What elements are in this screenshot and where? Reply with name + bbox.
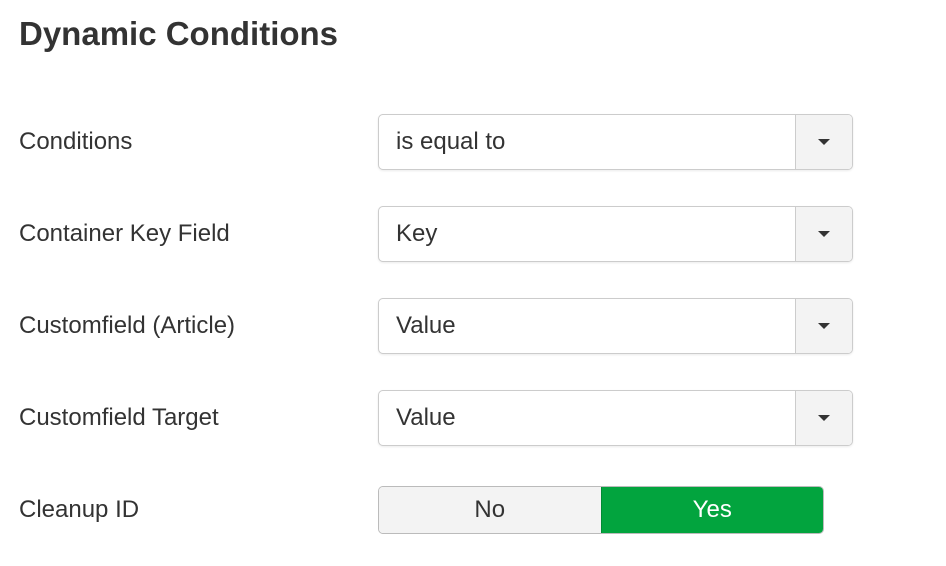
form-row-conditions: Conditions is equal to [0, 114, 946, 170]
conditions-label: Conditions [19, 128, 133, 155]
form-row-customfield-target: Customfield Target Value [0, 390, 946, 446]
form-row-customfield-article: Customfield (Article) Value [0, 298, 946, 354]
cleanup-id-no-button[interactable]: No [379, 487, 601, 533]
cleanup-id-label: Cleanup ID [19, 496, 140, 523]
section-title: Dynamic Conditions [19, 15, 339, 52]
customfield-article-select-value: Value [396, 312, 456, 339]
conditions-dropdown-button[interactable] [795, 115, 852, 169]
container-key-field-dropdown-button[interactable] [795, 207, 852, 261]
cleanup-id-toggle[interactable]: No Yes [378, 486, 824, 534]
caret-down-icon [818, 139, 830, 145]
container-key-field-label: Container Key Field [19, 220, 230, 247]
dynamic-conditions-panel: Dynamic Conditions Conditions is equal t… [0, 0, 946, 566]
customfield-article-dropdown-button[interactable] [795, 299, 852, 353]
conditions-select-value: is equal to [396, 128, 506, 155]
caret-down-icon [818, 415, 830, 421]
cleanup-id-yes-button[interactable]: Yes [600, 487, 823, 533]
container-key-field-select[interactable]: Key [378, 206, 853, 262]
conditions-select[interactable]: is equal to [378, 114, 853, 170]
form-row-container-key-field: Container Key Field Key [0, 206, 946, 262]
form-row-cleanup-id: Cleanup ID No Yes [0, 482, 946, 538]
customfield-target-select-value: Value [396, 404, 456, 431]
customfield-article-select[interactable]: Value [378, 298, 853, 354]
customfield-target-dropdown-button[interactable] [795, 391, 852, 445]
caret-down-icon [818, 323, 830, 329]
customfield-target-select[interactable]: Value [378, 390, 853, 446]
customfield-article-label: Customfield (Article) [19, 312, 236, 339]
container-key-field-select-value: Key [396, 220, 438, 247]
caret-down-icon [818, 231, 830, 237]
customfield-target-label: Customfield Target [19, 404, 219, 431]
